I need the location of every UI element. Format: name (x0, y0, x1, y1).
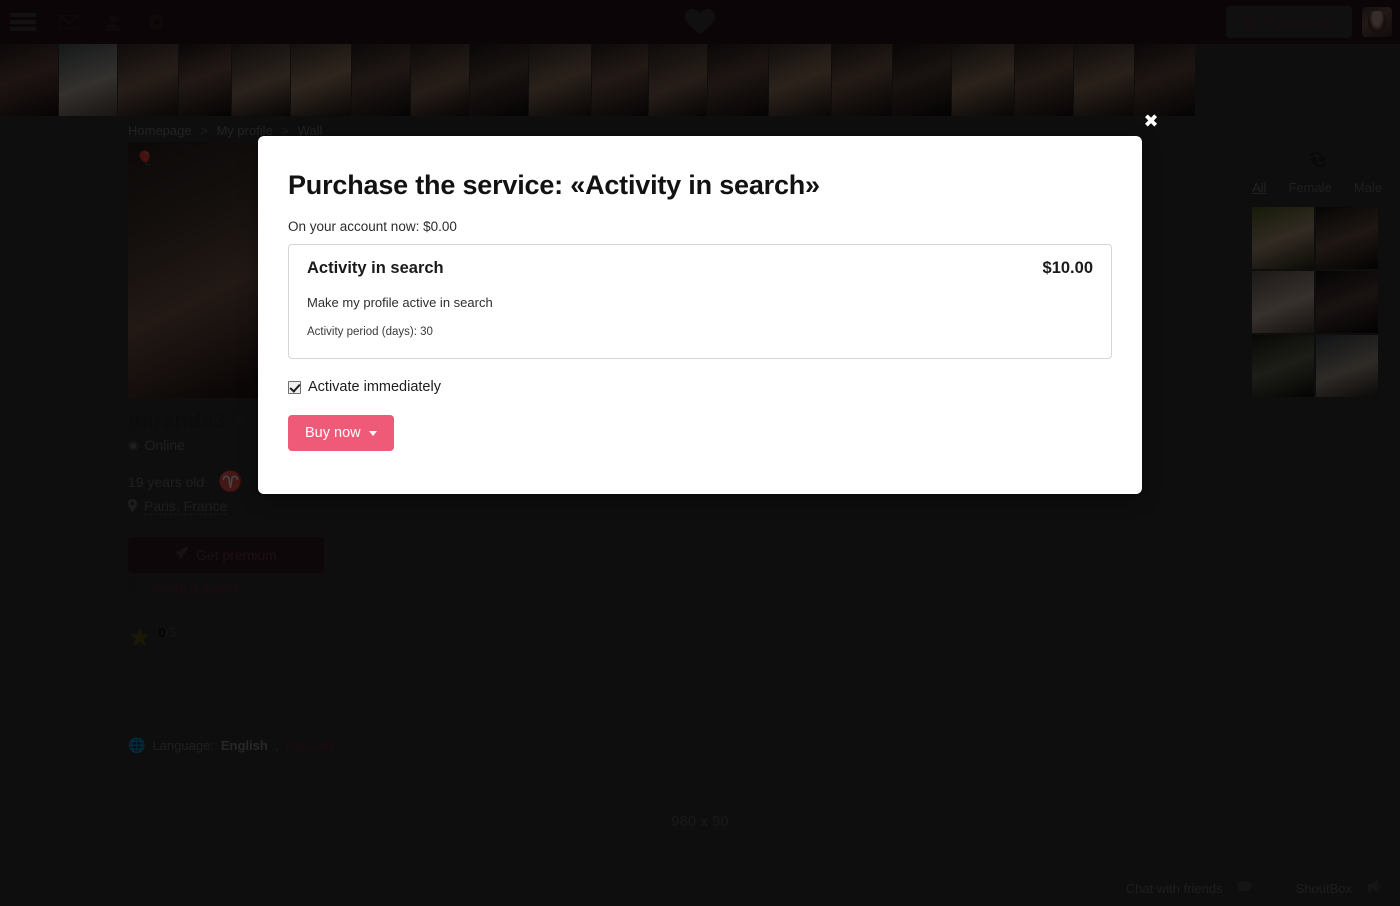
service-price: $10.00 (1042, 259, 1093, 277)
activate-immediately-checkbox[interactable] (288, 380, 301, 394)
purchase-service-modal: Purchase the service: «Activity in searc… (258, 136, 1142, 494)
service-period: Activity period (days): 30 (307, 326, 433, 338)
close-icon[interactable]: ✖ (1142, 113, 1160, 131)
modal-body: Purchase the service: «Activity in searc… (258, 136, 1142, 451)
service-name: Activity in search (307, 259, 444, 277)
buy-now-label: Buy now (305, 425, 361, 441)
buy-now-button[interactable]: Buy now (288, 415, 394, 451)
activate-immediately-label: Activate immediately (308, 379, 441, 395)
service-card[interactable]: Activity in search $10.00 Make my profil… (288, 244, 1112, 359)
account-balance-text: On your account now: $0.00 (288, 219, 457, 234)
chevron-down-icon (368, 430, 377, 436)
service-header-row: Activity in search $10.00 (307, 259, 1093, 278)
service-description: Make my profile active in search (307, 295, 493, 310)
modal-title: Purchase the service: «Activity in searc… (288, 170, 820, 200)
activate-immediately-row: Activate immediately (288, 379, 1112, 395)
